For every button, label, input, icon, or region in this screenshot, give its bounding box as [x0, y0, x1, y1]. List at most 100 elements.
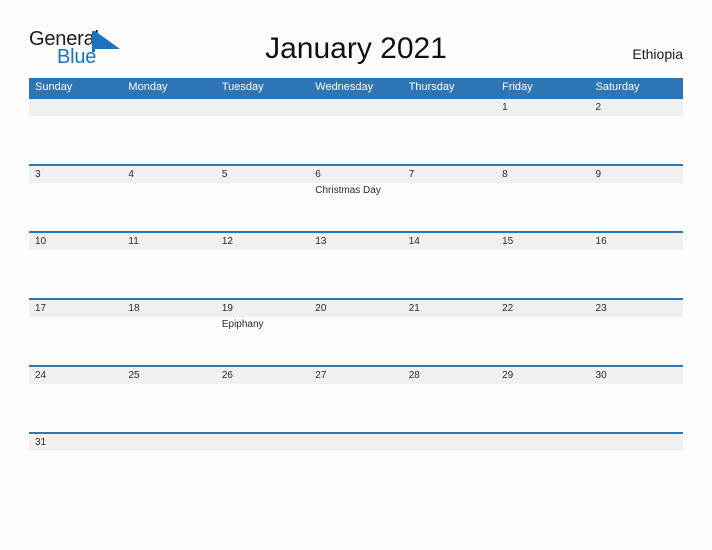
week-number-band: 1 2	[29, 99, 683, 116]
day-number[interactable]	[122, 99, 215, 116]
calendar-week-row: 1 2	[29, 97, 683, 164]
day-number[interactable]	[216, 434, 309, 451]
day-event[interactable]	[216, 250, 309, 298]
day-number[interactable]: 6	[309, 166, 402, 183]
day-number[interactable]: 2	[590, 99, 683, 116]
day-number[interactable]: 7	[403, 166, 496, 183]
week-number-band: 24 25 26 27 28 29 30	[29, 367, 683, 384]
day-event[interactable]	[216, 384, 309, 432]
day-number[interactable]: 14	[403, 233, 496, 250]
day-event-christmas-day[interactable]: Christmas Day	[309, 183, 402, 231]
day-number[interactable]	[403, 99, 496, 116]
day-number[interactable]: 26	[216, 367, 309, 384]
day-number[interactable]: 20	[309, 300, 402, 317]
page-title: January 2021	[265, 32, 447, 65]
weekday-header-monday: Monday	[128, 81, 168, 93]
weekday-header-tuesday: Tuesday	[221, 81, 264, 93]
day-event[interactable]	[309, 116, 402, 164]
day-event[interactable]	[122, 116, 215, 164]
day-event[interactable]	[309, 250, 402, 298]
day-number[interactable]: 24	[29, 367, 122, 384]
calendar-week-row: 31	[29, 432, 683, 451]
day-event[interactable]	[29, 116, 122, 164]
week-number-band: 10 11 12 13 14 15 16	[29, 233, 683, 250]
day-number[interactable]	[590, 434, 683, 451]
week-event-band: Christmas Day	[29, 183, 683, 231]
day-number[interactable]: 13	[309, 233, 402, 250]
day-event[interactable]	[496, 384, 589, 432]
calendar-week-row: 24 25 26 27 28 29 30	[29, 365, 683, 432]
day-number[interactable]: 11	[122, 233, 215, 250]
day-event[interactable]	[122, 183, 215, 231]
calendar-week-row: 3 4 5 6 7 8 9 Christmas Day	[29, 164, 683, 231]
day-number[interactable]: 12	[216, 233, 309, 250]
day-event[interactable]	[403, 183, 496, 231]
calendar-week-row: 17 18 19 20 21 22 23 Epiphany	[29, 298, 683, 365]
day-number[interactable]: 16	[590, 233, 683, 250]
day-event[interactable]	[496, 183, 589, 231]
day-number[interactable]: 9	[590, 166, 683, 183]
day-number[interactable]	[29, 99, 122, 116]
weekday-header-wednesday: Wednesday	[315, 81, 374, 93]
day-event[interactable]	[216, 183, 309, 231]
day-event[interactable]	[496, 116, 589, 164]
day-number[interactable]: 23	[590, 300, 683, 317]
week-event-band	[29, 116, 683, 164]
day-number[interactable]	[496, 434, 589, 451]
day-event[interactable]	[496, 317, 589, 365]
day-number[interactable]: 30	[590, 367, 683, 384]
week-number-band: 17 18 19 20 21 22 23	[29, 300, 683, 317]
day-event[interactable]	[590, 317, 683, 365]
day-number[interactable]: 27	[309, 367, 402, 384]
week-event-band	[29, 250, 683, 298]
day-event[interactable]	[590, 250, 683, 298]
day-event-epiphany[interactable]: Epiphany	[216, 317, 309, 365]
day-event[interactable]	[309, 384, 402, 432]
day-number[interactable]	[216, 99, 309, 116]
day-event[interactable]	[29, 183, 122, 231]
day-event[interactable]	[122, 250, 215, 298]
day-number[interactable]	[309, 99, 402, 116]
day-number[interactable]: 22	[496, 300, 589, 317]
week-number-band: 31	[29, 434, 683, 451]
day-number[interactable]: 8	[496, 166, 589, 183]
day-number[interactable]: 31	[29, 434, 122, 451]
day-event[interactable]	[590, 116, 683, 164]
day-event[interactable]	[29, 250, 122, 298]
day-number[interactable]: 18	[122, 300, 215, 317]
day-number[interactable]: 3	[29, 166, 122, 183]
day-number[interactable]: 4	[122, 166, 215, 183]
weekday-header-sunday: Sunday	[35, 81, 73, 93]
weekday-header-friday: Friday	[502, 81, 533, 93]
day-event[interactable]	[403, 116, 496, 164]
day-event[interactable]	[403, 317, 496, 365]
day-number[interactable]: 25	[122, 367, 215, 384]
day-number[interactable]: 19	[216, 300, 309, 317]
day-number[interactable]: 21	[403, 300, 496, 317]
day-event[interactable]	[496, 250, 589, 298]
day-number[interactable]	[403, 434, 496, 451]
day-event[interactable]	[29, 317, 122, 365]
day-number[interactable]: 15	[496, 233, 589, 250]
day-event[interactable]	[403, 250, 496, 298]
day-number[interactable]: 28	[403, 367, 496, 384]
week-event-band: Epiphany	[29, 317, 683, 365]
day-number[interactable]: 17	[29, 300, 122, 317]
day-number[interactable]: 29	[496, 367, 589, 384]
day-event[interactable]	[590, 384, 683, 432]
day-number[interactable]	[122, 434, 215, 451]
day-number[interactable]: 1	[496, 99, 589, 116]
weekday-header-thursday: Thursday	[408, 81, 455, 93]
day-number[interactable]: 5	[216, 166, 309, 183]
calendar-grid: Sunday Monday Tuesday Wednesday Thursday…	[29, 78, 683, 451]
day-number[interactable]: 10	[29, 233, 122, 250]
calendar-page: General Blue January 2021 Ethiopia Sunda…	[0, 0, 712, 550]
day-event[interactable]	[122, 384, 215, 432]
day-event[interactable]	[216, 116, 309, 164]
day-event[interactable]	[403, 384, 496, 432]
day-event[interactable]	[122, 317, 215, 365]
day-event[interactable]	[590, 183, 683, 231]
day-event[interactable]	[309, 317, 402, 365]
day-event[interactable]	[29, 384, 122, 432]
day-number[interactable]	[309, 434, 402, 451]
